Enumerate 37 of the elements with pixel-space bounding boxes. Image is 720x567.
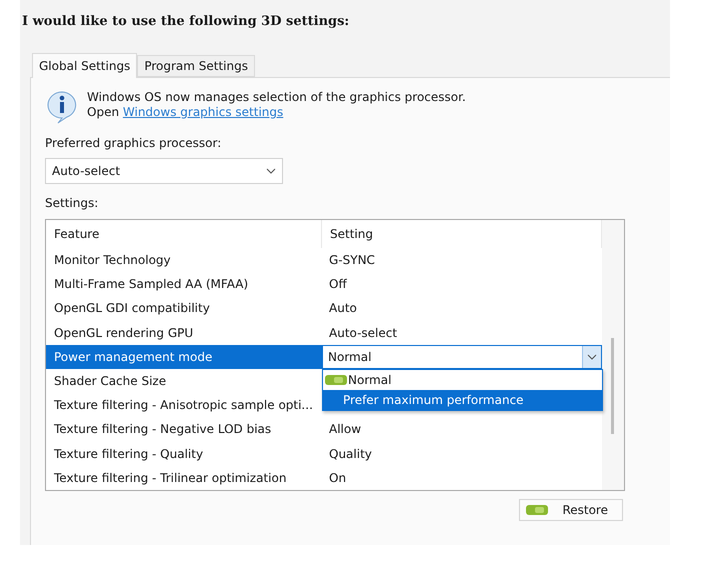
processor-dropdown[interactable]: Auto-select <box>45 158 283 184</box>
setting-cell-text: Auto-select <box>328 326 398 340</box>
info-icon <box>45 90 79 124</box>
feature-cell[interactable]: Multi-Frame Sampled AA (MFAA) <box>46 272 322 296</box>
chevron-down-icon <box>587 354 597 360</box>
tab[interactable]: Program Settings <box>137 55 255 77</box>
feature-cell[interactable]: Shader Cache Size <box>46 368 322 394</box>
scrollbar[interactable] <box>602 220 624 490</box>
open-label: Open <box>87 105 120 119</box>
feature-cell[interactable]: Texture filtering - Quality <box>46 442 322 466</box>
restore-button[interactable]: Restore <box>519 499 623 521</box>
column-header[interactable]: Feature <box>46 220 322 248</box>
graphics-settings-link[interactable]: Windows graphics settings <box>122 105 284 119</box>
field-label: Settings: <box>45 196 100 210</box>
feature-cell[interactable]: Power management mode <box>46 344 322 369</box>
feature-cell[interactable]: Monitor Technology <box>46 248 322 272</box>
feature-cell[interactable]: Texture filtering - Trilinear optimization <box>46 466 322 490</box>
dropdown-option[interactable]: Prefer maximum performance <box>323 390 602 410</box>
feature-cell[interactable]: OpenGL rendering GPU <box>46 320 322 345</box>
setting-cell-text: Allow <box>328 422 362 436</box>
info-text: Windows OS now manages selection of the graphics processor. <box>87 90 466 105</box>
setting-cell-text: On <box>328 470 348 485</box>
setting-cell-text: Auto <box>328 301 358 316</box>
feature-cell[interactable]: Texture filtering - Negative LOD bias <box>46 417 322 442</box>
chip-icon <box>526 504 548 516</box>
setting-cell-text: Off <box>328 277 348 292</box>
chevron-down-icon <box>266 168 276 174</box>
field-label: Preferred graphics processor: <box>45 136 222 150</box>
chip-icon <box>325 374 347 386</box>
dropdown-option[interactable]: Normal <box>323 370 602 390</box>
section-heading: I would like to use the following 3D settings: <box>22 14 350 29</box>
feature-cell[interactable]: Texture filtering - Anisotropic sample opti... <box>46 393 322 418</box>
setting-cell-text: Quality <box>328 446 373 461</box>
feature-cell[interactable]: OpenGL GDI compatibility <box>46 296 322 321</box>
setting-combo[interactable]: Normal <box>322 344 602 369</box>
tab[interactable]: Global Settings <box>32 53 138 78</box>
setting-cell-text: G-SYNC <box>328 253 376 268</box>
